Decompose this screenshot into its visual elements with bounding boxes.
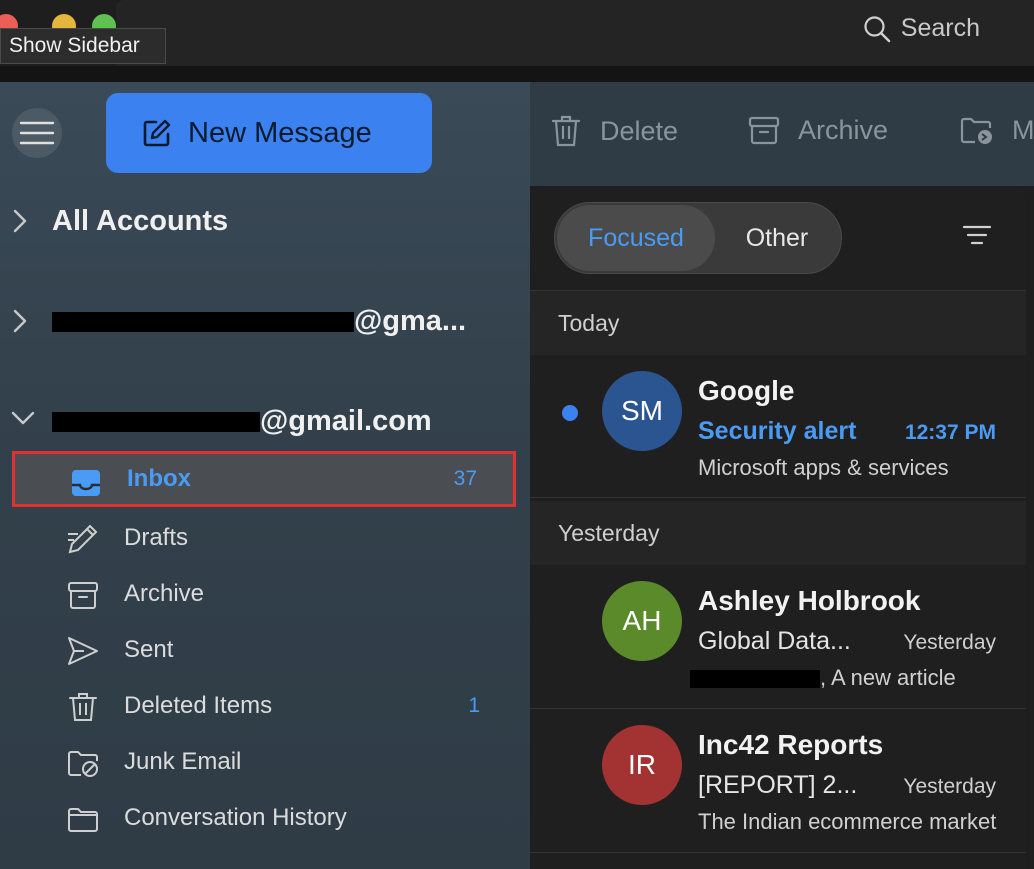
archive-icon (68, 582, 98, 609)
inbox-icon (72, 470, 100, 496)
message-preview: , A new article (690, 665, 990, 691)
folder-drafts[interactable]: Drafts (12, 510, 516, 566)
message-time: Yesterday (903, 775, 996, 798)
message-time: 12:37 PM (904, 421, 996, 444)
new-message-label: New Message (188, 116, 372, 149)
folder-conversation-history[interactable]: Conversation History (12, 790, 516, 846)
message-sender: Google (698, 375, 795, 406)
move-label: M (1012, 114, 1034, 145)
message-item[interactable]: SM Google Security alert 12:37 PM Micros… (530, 355, 1026, 497)
chevron-right-icon (13, 309, 27, 333)
redacted-email-user (52, 311, 354, 332)
trash-icon (69, 693, 97, 721)
junk-icon (68, 751, 98, 777)
message-subject: [REPORT] 2... (698, 771, 858, 799)
folder-icon (68, 808, 98, 832)
message-sender: Inc42 Reports (698, 729, 884, 760)
avatar: SM (602, 371, 682, 451)
tab-other[interactable]: Other (715, 205, 839, 271)
folder-label: Inbox (127, 465, 191, 492)
tab-focused[interactable]: Focused (557, 205, 715, 271)
message-preview: Microsoft apps & services (698, 455, 949, 480)
search-label: Search (900, 14, 980, 42)
account-email-domain: @gma... (354, 304, 467, 337)
group-header-today: Today (530, 291, 1026, 355)
move-button[interactable]: M (960, 114, 1034, 146)
list-divider (530, 497, 1026, 498)
message-item[interactable]: IR Inc42 Reports [REPORT] 2... Yesterday… (530, 709, 1026, 851)
title-bar: Show Sidebar Search (0, 0, 1034, 66)
folder-deleted-items[interactable]: Deleted Items 1 (12, 678, 516, 734)
move-folder-icon (960, 117, 992, 144)
list-divider (530, 852, 1026, 853)
archive-button[interactable]: Archive (748, 114, 888, 146)
archive-label: Archive (798, 114, 889, 145)
focused-other-switch: Focused Other (554, 202, 842, 274)
send-icon (68, 637, 98, 665)
chevron-down-icon (11, 411, 35, 425)
folder-label: Deleted Items (124, 692, 273, 719)
title-bar-divider (0, 66, 1034, 82)
toggle-sidebar-button[interactable] (12, 108, 62, 158)
unread-indicator (562, 405, 578, 421)
message-item[interactable]: AH Ashley Holbrook Global Data... Yester… (530, 565, 1026, 707)
message-list: Focused Other Today SM Google Security a… (530, 186, 1026, 869)
unread-count-badge: 37 (453, 467, 477, 490)
archive-icon (748, 116, 780, 145)
pencil-icon (68, 524, 98, 554)
folder-label: Drafts (124, 524, 189, 551)
sidebar: New Message All Accounts @gma... @gmail.… (0, 82, 530, 869)
compose-icon (143, 119, 171, 147)
new-message-button[interactable]: New Message (106, 93, 432, 173)
account-label: All Accounts (52, 204, 229, 237)
account-label: @gmail.com (52, 405, 432, 438)
hamburger-menu-icon (19, 121, 55, 145)
filter-icon[interactable] (962, 224, 992, 246)
message-subject: Global Data... (698, 627, 851, 655)
account-all-accounts[interactable]: All Accounts (0, 196, 530, 246)
folder-label: Junk Email (124, 748, 242, 775)
show-sidebar-tooltip: Show Sidebar (0, 28, 166, 64)
account-label: @gma... (52, 305, 466, 338)
trash-icon (551, 115, 581, 147)
folder-label: Sent (124, 636, 174, 663)
delete-button[interactable]: Delete (550, 114, 678, 148)
group-header-yesterday: Yesterday (530, 501, 1026, 565)
redacted-text (690, 670, 820, 689)
unread-count-badge: 1 (468, 694, 480, 717)
avatar: AH (602, 581, 682, 661)
message-sender: Ashley Holbrook (698, 585, 921, 616)
folder-inbox[interactable]: Inbox 37 (12, 451, 516, 507)
folder-sent[interactable]: Sent (12, 622, 516, 678)
search-box[interactable]: Search (863, 14, 980, 43)
redacted-email-user (52, 411, 260, 432)
folder-junk-email[interactable]: Junk Email (12, 734, 516, 790)
folder-archive[interactable]: Archive (12, 566, 516, 622)
message-preview-text: , A new article (820, 665, 956, 690)
avatar: IR (602, 725, 682, 805)
delete-label: Delete (600, 115, 679, 146)
account-gmail-1[interactable]: @gma... (0, 296, 530, 346)
search-icon (864, 15, 890, 42)
message-subject: Security alert (698, 417, 857, 445)
account-email-domain: @gmail.com (260, 404, 432, 437)
folder-label: Conversation History (124, 804, 347, 831)
message-preview: The Indian ecommerce market (698, 809, 997, 834)
chevron-right-icon (13, 209, 27, 233)
message-toolbar: Delete Archive M (530, 82, 1034, 186)
message-time: Yesterday (903, 631, 996, 654)
folder-label: Archive (124, 580, 205, 607)
account-gmail-2[interactable]: @gmail.com (0, 396, 530, 446)
